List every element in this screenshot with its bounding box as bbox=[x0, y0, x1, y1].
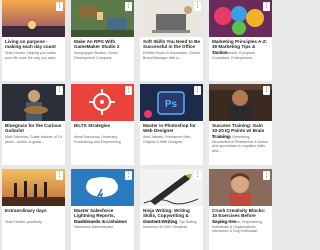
course-instructor: Anissa Bramlett, European Consultant, En… bbox=[212, 51, 255, 60]
course-instructor: Jean-Gabriel Nguyen, Top Selling Instruc… bbox=[143, 220, 197, 229]
course-thumbnail[interactable]: Ps ⋮ bbox=[140, 84, 203, 121]
course-card[interactable]: ⋮ Success Training: Gain 10-20 IQ Points… bbox=[209, 84, 272, 165]
course-thumbnail[interactable]: ⋮ bbox=[2, 0, 65, 37]
course-title[interactable]: Soft Skills You Need to Be Successful in… bbox=[143, 39, 201, 50]
course-instructor: Tamara Anderson, Empowering Individuals … bbox=[212, 220, 263, 234]
course-title[interactable]: Bluegrass for the Curious Guitarist bbox=[5, 123, 63, 134]
course-instructor: Amit Jaiswal, Freelancer Web, Graphic & … bbox=[143, 135, 192, 144]
course-title[interactable]: Make An RPG With GameMaker Studio 2 bbox=[74, 39, 132, 50]
card-menu-button[interactable]: ⋮ bbox=[125, 171, 132, 180]
course-card[interactable]: ⋮ Soft Skills You Need to Be Successful … bbox=[140, 0, 203, 81]
course-thumbnail[interactable]: ⋮ bbox=[140, 169, 203, 206]
course-title[interactable]: Living on purpose - making each day coun… bbox=[5, 39, 63, 50]
course-instructor: Dr. Matthew Greenberg, Neuroscience Rese… bbox=[212, 135, 269, 153]
course-card[interactable]: Ps ⋮ Master in Photoshop for Web Designe… bbox=[140, 84, 203, 165]
card-menu-button[interactable]: ⋮ bbox=[263, 86, 270, 95]
course-thumbnail[interactable]: ⋮ bbox=[2, 84, 65, 121]
course-thumbnail[interactable]: ⋮ bbox=[209, 84, 272, 121]
card-menu-button[interactable]: ⋮ bbox=[56, 86, 63, 95]
svg-text:Ps: Ps bbox=[165, 99, 178, 110]
card-menu-button[interactable]: ⋮ bbox=[56, 171, 63, 180]
course-card[interactable]: ⋮ Bluegrass for the Curious Guitarist Ma… bbox=[2, 84, 65, 165]
course-thumbnail[interactable]: ⋮ bbox=[209, 0, 272, 37]
course-card[interactable]: ⋮ Marketing Principles A-Z: 39 Marketing… bbox=[209, 0, 272, 81]
card-menu-button[interactable]: ⋮ bbox=[194, 2, 201, 11]
course-instructor: Shari Hunter, positively bbox=[5, 220, 42, 224]
course-card[interactable]: ⋮ Master Salesforce Lightning Reports, D… bbox=[71, 169, 134, 250]
card-menu-button[interactable]: ⋮ bbox=[263, 2, 270, 11]
course-thumbnail[interactable]: ⋮ bbox=[71, 169, 134, 206]
course-instructor: Sockpuppet Studios, Game Development Com… bbox=[74, 51, 118, 60]
course-instructor: Shari Hunter, Helping you make your life… bbox=[5, 51, 56, 60]
course-instructor: Warren Fredeen, PhD Student, Salesforce … bbox=[74, 220, 124, 229]
course-thumbnail[interactable]: ⋮ bbox=[140, 0, 203, 37]
course-thumbnail[interactable]: ⋮ bbox=[209, 169, 272, 206]
course-thumbnail[interactable]: ⋮ bbox=[71, 84, 134, 121]
course-title[interactable]: Extraordinary days bbox=[5, 208, 63, 213]
card-menu-button[interactable]: ⋮ bbox=[56, 2, 63, 11]
course-instructor: Anna Sazonova, University Fundraising an… bbox=[74, 135, 121, 144]
course-card[interactable]: ⋮ Ninja Writing: Writing Skills, Copywri… bbox=[140, 169, 203, 250]
course-title[interactable]: Master in Photoshop for Web Designer bbox=[143, 123, 201, 134]
course-card[interactable]: ⋮ IELTS Strategies Anna Sazonova, Univer… bbox=[71, 84, 134, 165]
course-instructor: Debbie Brown & Associates, Global Brand … bbox=[143, 51, 200, 60]
card-menu-button[interactable]: ⋮ bbox=[263, 171, 270, 180]
course-instructor: Matt Otterman, Guitar teacher of 24 year… bbox=[5, 135, 62, 144]
course-card[interactable]: ⋮ Make An RPG With GameMaker Studio 2 So… bbox=[71, 0, 134, 81]
course-card[interactable]: ⋮ Living on purpose - making each day co… bbox=[2, 0, 65, 81]
card-menu-button[interactable]: ⋮ bbox=[125, 86, 132, 95]
course-title[interactable]: IELTS Strategies bbox=[74, 123, 132, 128]
course-card[interactable]: ⋮ Extraordinary days Shari Hunter, posit… bbox=[2, 169, 65, 250]
course-card[interactable]: ⋮ Crush Creativity Blocks: 10 Exercises … bbox=[209, 169, 272, 250]
course-thumbnail[interactable]: ⋮ bbox=[71, 0, 134, 37]
course-grid: ⋮ Living on purpose - making each day co… bbox=[0, 0, 272, 250]
card-menu-button[interactable]: ⋮ bbox=[125, 2, 132, 11]
course-thumbnail[interactable]: ⋮ bbox=[2, 169, 65, 206]
card-menu-button[interactable]: ⋮ bbox=[194, 171, 201, 180]
card-menu-button[interactable]: ⋮ bbox=[194, 86, 201, 95]
